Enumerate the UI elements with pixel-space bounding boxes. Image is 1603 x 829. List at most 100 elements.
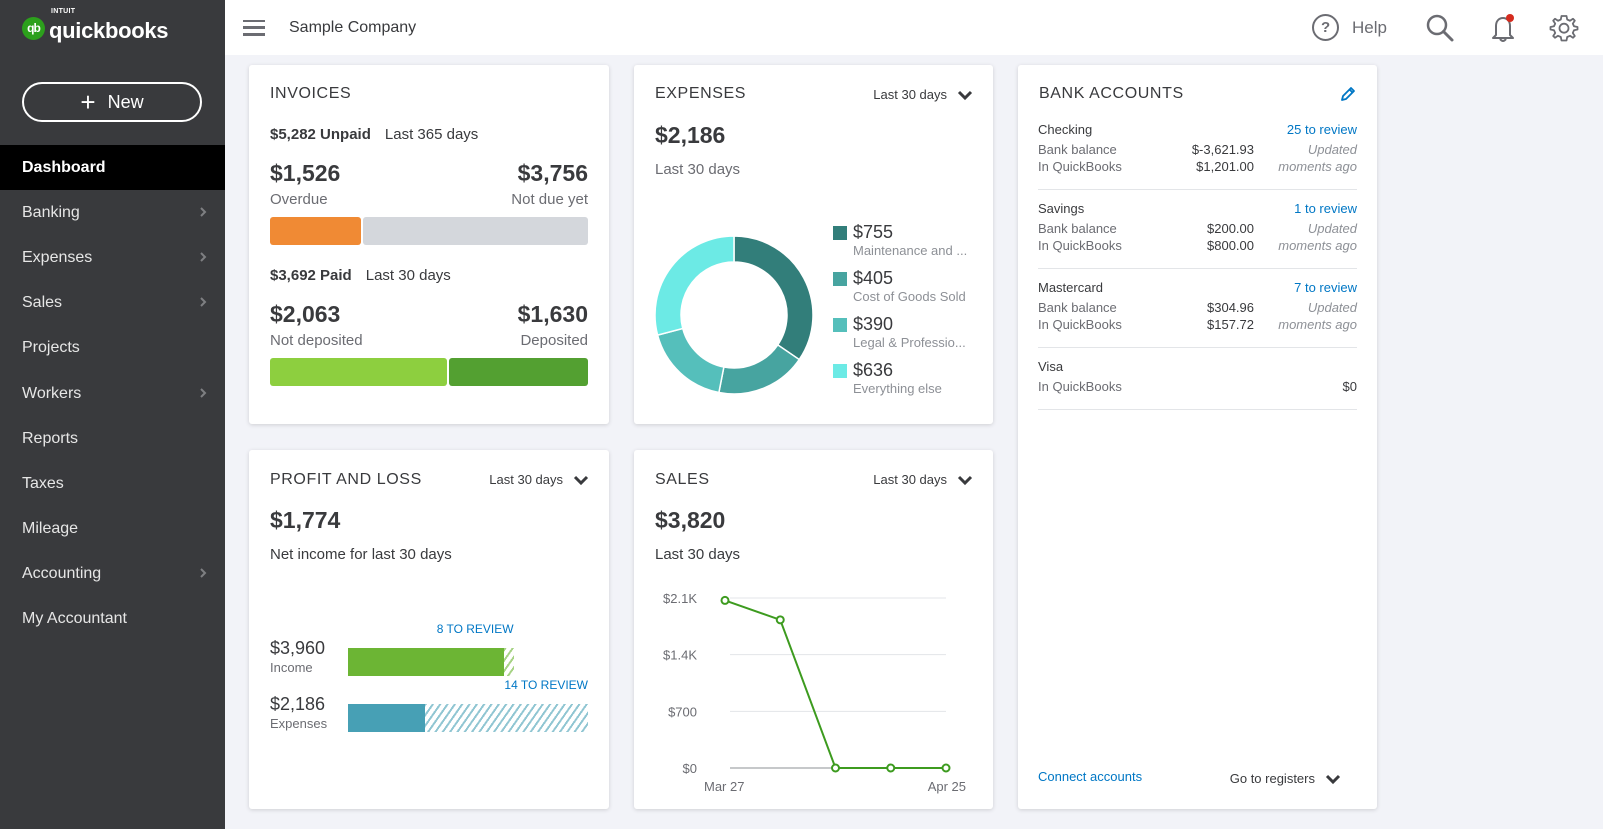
sidebar-nav: Dashboard Banking Expenses Sales Projects Wor… — [0, 145, 225, 642]
edit-pencil-icon[interactable] — [1339, 85, 1357, 108]
updated-time: moments ago — [1278, 317, 1357, 332]
company-name: Sample Company — [289, 18, 417, 36]
notdue-amount[interactable]: $3,756 — [518, 160, 588, 187]
expenses-review-link[interactable]: 14 TO REVIEW — [504, 678, 588, 692]
data-point[interactable] — [941, 763, 951, 773]
legend-item[interactable]: $405 Cost of Goods Sold — [833, 268, 967, 314]
sidebar-item-reports[interactable]: Reports — [0, 416, 225, 461]
sidebar-item-sales[interactable]: Sales — [0, 281, 225, 326]
income-label: Income — [270, 660, 313, 675]
quickbooks-logo[interactable]: qb INTUIT quickbooks — [22, 8, 169, 44]
donut-slice-2[interactable] — [656, 327, 725, 394]
to-review-link[interactable]: 1 to review — [1294, 201, 1357, 216]
legend-item[interactable]: $636 Everything else — [833, 360, 967, 406]
solid-bar-segment — [348, 648, 504, 676]
expenses-bar[interactable] — [348, 704, 588, 732]
unpaid-summary[interactable]: $5,282 Unpaid Last 365 days — [270, 126, 478, 143]
paid-bar — [270, 358, 588, 386]
data-point[interactable] — [720, 595, 730, 605]
notdeposited-bar-segment[interactable] — [270, 358, 447, 386]
data-point[interactable] — [775, 615, 785, 625]
hatched-to-review-segment — [424, 704, 588, 732]
bank-accounts-title: BANK ACCOUNTS — [1039, 85, 1184, 102]
chevron-right-icon — [199, 566, 207, 582]
deposited-amount[interactable]: $1,630 — [518, 301, 588, 328]
bank-balance-label: Bank balance — [1038, 221, 1117, 236]
donut-slice-3[interactable] — [654, 235, 735, 337]
donut-slice-1[interactable] — [718, 343, 801, 395]
bank-balance-value: $200.00 — [1207, 221, 1254, 236]
to-review-link[interactable]: 7 to review — [1294, 280, 1357, 295]
legend-amount: $636 — [853, 360, 894, 380]
sidebar-item-expenses[interactable]: Expenses — [0, 235, 225, 280]
paid-summary[interactable]: $3,692 Paid Last 30 days — [270, 267, 451, 284]
donut-slice-0[interactable] — [733, 235, 814, 361]
help-label: Help — [1352, 17, 1387, 37]
in-quickbooks-value: $1,201.00 — [1196, 159, 1254, 174]
sidebar-item-banking[interactable]: Banking — [0, 190, 225, 235]
sidebar-item-accounting[interactable]: Accounting — [0, 552, 225, 597]
expenses-period-dropdown[interactable]: Last 30 days — [873, 87, 973, 102]
legend-label: Cost of Goods Sold — [853, 289, 966, 304]
new-button-label: New — [107, 91, 144, 112]
sidebar-item-mileage[interactable]: Mileage — [0, 507, 225, 552]
invoices-card: INVOICES $5,282 Unpaid Last 365 days $1,5… — [249, 65, 609, 424]
brand-name: quickbooks — [49, 18, 169, 43]
expenses-legend: $755 Maintenance and ... $405 Cost of Goods… — [833, 222, 967, 406]
legend-item[interactable]: $755 Maintenance and ... — [833, 222, 967, 268]
to-review-link[interactable]: 25 to review — [1287, 122, 1357, 137]
settings-gear-icon[interactable] — [1549, 13, 1579, 43]
net-income-amount[interactable]: $1,774 — [270, 507, 340, 534]
bank-balance-value: $304.96 — [1207, 300, 1254, 315]
bank-balance-value: $-3,621.93 — [1191, 142, 1254, 157]
sidebar-item-label: Projects — [22, 339, 80, 357]
bank-balance-label: Bank balance — [1038, 300, 1117, 315]
y-tick-label: $700 — [668, 704, 697, 719]
search-icon[interactable] — [1425, 13, 1455, 43]
chevron-right-icon — [199, 295, 207, 311]
notdeposited-amount[interactable]: $2,063 — [270, 301, 340, 328]
sidebar-item-label: Workers — [22, 384, 82, 402]
sidebar-item-workers[interactable]: Workers — [0, 371, 225, 416]
help-button[interactable]: ? Help — [1312, 14, 1387, 41]
go-to-registers-dropdown[interactable]: Go to registers — [1230, 771, 1341, 786]
in-quickbooks-label: In QuickBooks — [1038, 238, 1122, 253]
deposited-label: Deposited — [520, 332, 588, 349]
legend-item[interactable]: $390 Legal & Professio... — [833, 314, 967, 360]
sidebar-item-label: Taxes — [22, 474, 64, 492]
bank-account-visa[interactable]: Visa In QuickBooks $0 — [1038, 359, 1357, 410]
chevron-down-icon — [1325, 774, 1341, 784]
bank-account-checking[interactable]: Checking 25 to review Bank balance $-3,621.… — [1038, 122, 1357, 190]
data-point[interactable] — [886, 763, 896, 773]
legend-amount: $755 — [853, 222, 894, 242]
sidebar-item-label: Mileage — [22, 520, 79, 538]
notdue-bar-segment[interactable] — [362, 217, 588, 245]
expenses-row[interactable]: $2,186 Expenses 14 TO REVIEW — [270, 678, 588, 736]
sidebar-item-dashboard[interactable]: Dashboard — [0, 145, 225, 191]
notifications-bell-icon[interactable] — [1489, 13, 1517, 43]
in-quickbooks-label: In QuickBooks — [1038, 379, 1122, 394]
overdue-bar-segment[interactable] — [270, 217, 361, 245]
in-quickbooks-label: In QuickBooks — [1038, 159, 1122, 174]
sales-period-dropdown[interactable]: Last 30 days — [873, 472, 973, 487]
hamburger-menu-icon[interactable] — [243, 19, 265, 36]
connect-accounts-link[interactable]: Connect accounts — [1038, 769, 1142, 784]
chevron-down-icon — [573, 475, 589, 485]
sidebar-item-my-accountant[interactable]: My Accountant — [0, 597, 225, 642]
bank-account-savings[interactable]: Savings 1 to review Bank balance $200.00 Upd… — [1038, 201, 1357, 269]
in-quickbooks-label: In QuickBooks — [1038, 317, 1122, 332]
income-row[interactable]: $3,960 Income 8 TO REVIEW — [270, 622, 588, 680]
sidebar-item-taxes[interactable]: Taxes — [0, 461, 225, 506]
legend-swatch — [833, 363, 847, 378]
bank-account-mastercard[interactable]: Mastercard 7 to review Bank balance $304.96… — [1038, 280, 1357, 348]
expenses-donut-chart — [654, 235, 814, 395]
pnl-period-dropdown[interactable]: Last 30 days — [489, 472, 589, 487]
income-bar[interactable] — [348, 648, 514, 676]
deposited-bar-segment[interactable] — [448, 358, 588, 386]
data-point[interactable] — [831, 763, 840, 773]
overdue-amount[interactable]: $1,526 — [270, 160, 340, 187]
sidebar-item-projects[interactable]: Projects — [0, 326, 225, 371]
income-review-link[interactable]: 8 TO REVIEW — [437, 622, 514, 636]
sales-line — [724, 599, 946, 769]
new-button[interactable]: + New — [22, 82, 202, 122]
